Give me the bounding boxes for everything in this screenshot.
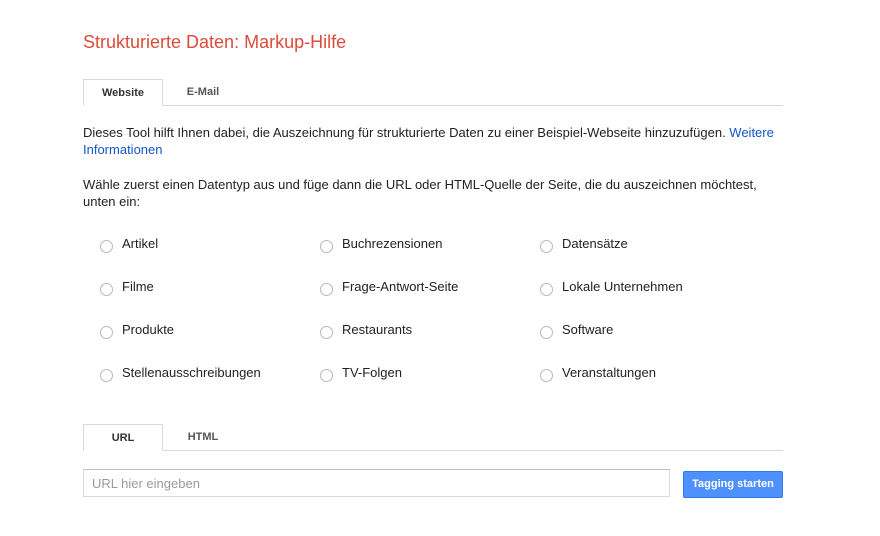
radio-option-software[interactable]: Software	[540, 321, 613, 339]
tab-html[interactable]: HTML	[165, 424, 241, 450]
radio-option-artikel[interactable]: Artikel	[100, 235, 158, 253]
radio-label: Frage-Antwort-Seite	[342, 279, 459, 294]
radio-option-tv-folgen[interactable]: TV-Folgen	[320, 364, 402, 382]
description-text: Dieses Tool hilft Ihnen dabei, die Ausze…	[83, 125, 730, 140]
radio-button[interactable]	[100, 368, 113, 382]
radio-button[interactable]	[100, 282, 113, 296]
radio-label: Produkte	[122, 322, 175, 337]
radio-label: Datensätze	[562, 236, 628, 251]
tab-website[interactable]: Website	[83, 79, 163, 106]
radio-button[interactable]	[320, 325, 333, 339]
url-input[interactable]	[83, 469, 670, 497]
radio-option-filme[interactable]: Filme	[100, 278, 154, 296]
radio-button[interactable]	[540, 239, 553, 253]
tab-url[interactable]: URL	[83, 424, 163, 451]
source-tab-bar: Website E-Mail	[83, 79, 783, 106]
input-tab-bar: URL HTML	[83, 424, 783, 451]
radio-label: Artikel	[122, 236, 159, 251]
radio-option-veranstaltungen[interactable]: Veranstaltungen	[540, 364, 656, 382]
tab-email[interactable]: E-Mail	[165, 79, 241, 105]
radio-label: Restaurants	[342, 322, 413, 337]
radio-option-stellenausschreibungen[interactable]: Stellenausschreibungen	[100, 364, 261, 382]
radio-option-datensaetze[interactable]: Datensätze	[540, 235, 628, 253]
page: Strukturierte Daten: Markup-Hilfe Websit…	[0, 0, 880, 536]
radio-label: Software	[562, 322, 614, 337]
radio-option-produkte[interactable]: Produkte	[100, 321, 174, 339]
radio-button[interactable]	[100, 325, 113, 339]
radio-button[interactable]	[540, 368, 553, 382]
radio-button[interactable]	[100, 239, 113, 253]
page-title: Strukturierte Daten: Markup-Hilfe	[83, 32, 347, 52]
tool-description: Dieses Tool hilft Ihnen dabei, die Ausze…	[83, 124, 783, 158]
radio-label: Veranstaltungen	[562, 365, 656, 380]
radio-label: Stellenausschreibungen	[122, 365, 261, 380]
radio-button[interactable]	[320, 368, 333, 382]
radio-option-lokale-unternehmen[interactable]: Lokale Unternehmen	[540, 278, 683, 296]
radio-label: TV-Folgen	[342, 365, 402, 380]
instruction-text: Wähle zuerst einen Datentyp aus und füge…	[83, 177, 757, 209]
radio-option-buchrezensionen[interactable]: Buchrezensionen	[320, 235, 442, 253]
radio-button[interactable]	[320, 282, 333, 296]
radio-button[interactable]	[320, 239, 333, 253]
radio-option-restaurants[interactable]: Restaurants	[320, 321, 412, 339]
start-tagging-button[interactable]: Tagging starten	[683, 471, 783, 498]
radio-label: Buchrezensionen	[342, 236, 443, 251]
radio-option-frage-antwort-seite[interactable]: Frage-Antwort-Seite	[320, 278, 458, 296]
radio-label: Filme	[122, 279, 154, 294]
radio-label: Lokale Unternehmen	[562, 279, 683, 294]
radio-button[interactable]	[540, 282, 553, 296]
radio-button[interactable]	[540, 325, 553, 339]
